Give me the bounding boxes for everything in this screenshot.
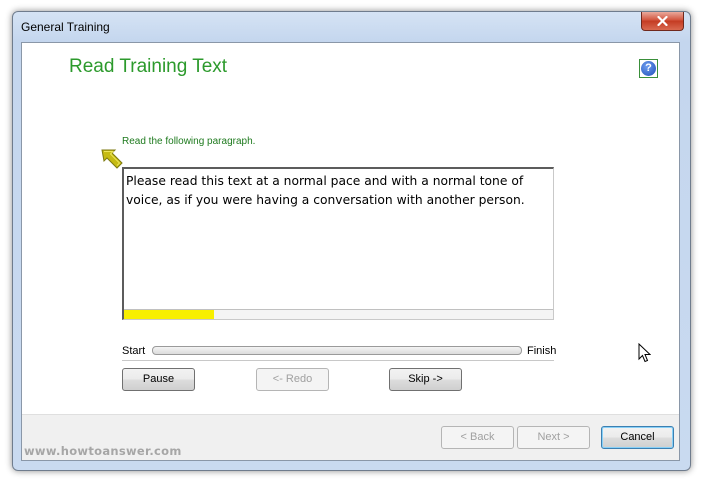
cancel-button[interactable]: Cancel — [601, 426, 674, 449]
skip-button[interactable]: Skip -> — [389, 368, 462, 391]
redo-button[interactable]: <- Redo — [256, 368, 329, 391]
help-icon: ? — [641, 61, 656, 76]
paragraph-progress-bar — [124, 309, 553, 319]
paragraph-progress-fill — [124, 310, 215, 319]
dialog-window: General Training Read Training Text ? Re… — [12, 11, 691, 471]
page-title: Read Training Text — [69, 56, 228, 77]
close-button[interactable] — [641, 12, 684, 31]
divider — [122, 360, 554, 361]
window-title: General Training — [21, 20, 110, 34]
start-label: Start — [122, 345, 146, 357]
dialog-content: Read Training Text ? Read the following … — [21, 42, 680, 461]
pause-button[interactable]: Pause — [122, 368, 195, 391]
instruction-label: Read the following paragraph. — [122, 136, 256, 147]
training-text-box: Please read this text at a normal pace a… — [122, 167, 554, 320]
help-button[interactable]: ? — [639, 59, 658, 78]
training-text: Please read this text at a normal pace a… — [126, 174, 525, 207]
back-button[interactable]: < Back — [441, 426, 514, 449]
next-button[interactable]: Next > — [517, 426, 590, 449]
mouse-cursor-icon — [638, 343, 651, 363]
close-icon — [657, 16, 668, 26]
finish-label: Finish — [527, 345, 557, 357]
watermark: www.howtoanswer.com — [24, 444, 182, 458]
title-bar[interactable]: General Training — [13, 12, 690, 42]
overall-progress-bar — [152, 346, 522, 355]
